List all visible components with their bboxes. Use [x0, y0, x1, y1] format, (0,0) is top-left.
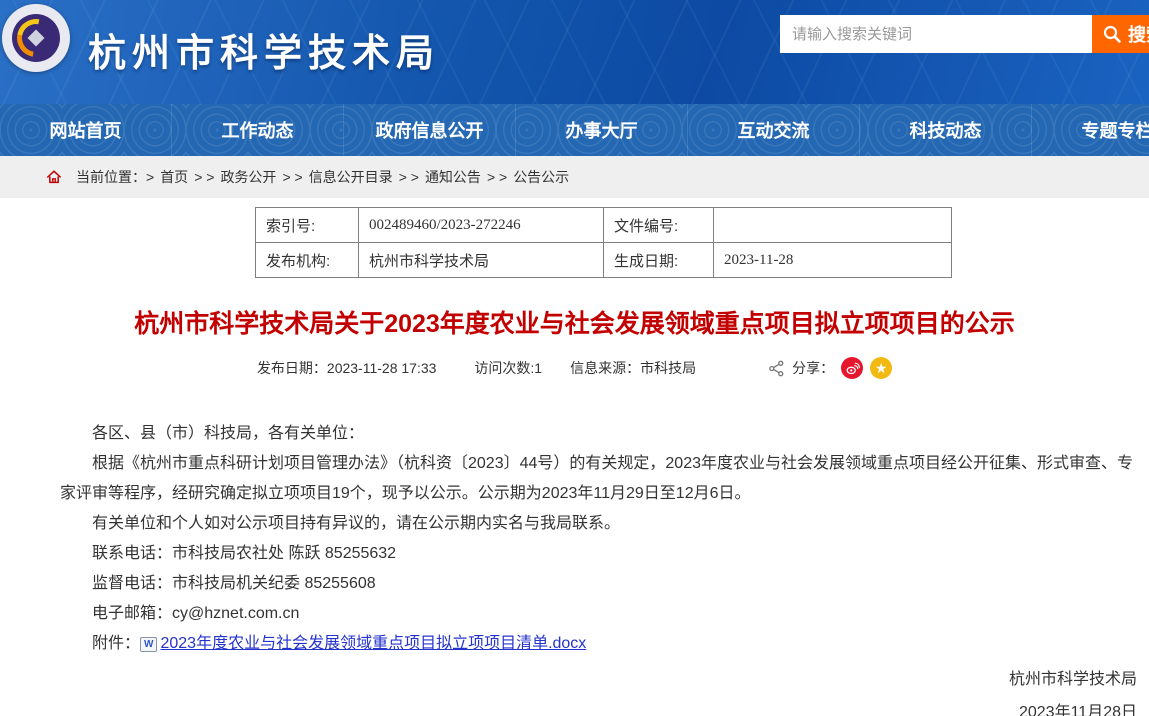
attachment-link[interactable]: 2023年度农业与社会发展领域重点项目拟立项项目清单.docx: [160, 635, 586, 652]
share-label: 分享：: [792, 358, 834, 378]
paragraph-objection: 有关单位和个人如对公示项目持有异议的，请在公示期内实名与我局联系。: [60, 509, 1139, 539]
publish-date-label: 发布日期：: [257, 360, 327, 376]
nav-item-gov-info-disclosure[interactable]: 政府信息公开: [344, 104, 516, 156]
breadcrumb-item-home[interactable]: 首页: [160, 167, 188, 187]
article-body: 各区、县（市）科技局，各有关单位： 根据《杭州市重点科研计划项目管理办法》（杭科…: [60, 419, 1139, 659]
article-main: 索引号: 002489460/2023-272246 文件编号: 发布机构: 杭…: [0, 207, 1149, 716]
signoff: 杭州市科学技术局 2023年11月28日: [0, 663, 1137, 716]
breadcrumb-separator: > >: [194, 169, 214, 185]
qzone-share-icon[interactable]: ★: [870, 357, 892, 379]
paragraph-supervision-phone: 监督电话：市科技局机关纪委 85255608: [60, 569, 1139, 599]
nav-item-service-hall[interactable]: 办事大厅: [516, 104, 688, 156]
signoff-agency: 杭州市科学技术局: [0, 663, 1137, 696]
generate-date-label: 生成日期:: [604, 243, 714, 278]
publish-date-value: 2023-11-28 17:33: [327, 360, 437, 376]
breadcrumb-separator: > >: [487, 169, 507, 185]
paragraph-email: 电子邮箱：cy@hznet.com.cn: [60, 599, 1139, 629]
info-source-label: 信息来源：: [570, 360, 640, 376]
main-nav: 网站首页 工作动态 政府信息公开 办事大厅 互动交流 科技动态 专题专栏: [0, 104, 1149, 156]
info-source: 信息来源：市科技局: [570, 358, 696, 378]
visit-count: 访问次数:1: [474, 358, 542, 378]
attachment-label: 附件：: [92, 635, 140, 652]
weibo-share-icon[interactable]: [841, 357, 863, 379]
search-icon: [1102, 24, 1122, 44]
nav-item-home[interactable]: 网站首页: [0, 104, 172, 156]
breadcrumb-item-gov-affairs[interactable]: 政务公开: [220, 167, 276, 187]
word-doc-icon: W: [140, 637, 157, 652]
attachment-row: 附件：W2023年度农业与社会发展领域重点项目拟立项项目清单.docx: [60, 629, 1139, 659]
nav-item-work-updates[interactable]: 工作动态: [172, 104, 344, 156]
file-number-label: 文件编号:: [604, 208, 714, 243]
nav-item-interaction[interactable]: 互动交流: [688, 104, 860, 156]
search-button-label: 搜索: [1128, 21, 1149, 47]
logo-inner-circle: [12, 14, 60, 62]
search-button[interactable]: 搜索: [1092, 15, 1149, 53]
site-header: 杭州市科学技术局 搜索: [0, 0, 1149, 104]
index-number-label: 索引号:: [256, 208, 359, 243]
table-row: 发布机构: 杭州市科学技术局 生成日期: 2023-11-28: [256, 243, 952, 278]
home-icon: [46, 169, 62, 185]
paragraph-salutation: 各区、县（市）科技局，各有关单位：: [60, 419, 1139, 449]
breadcrumb-separator: > >: [282, 169, 302, 185]
publish-date: 发布日期：2023-11-28 17:33: [257, 358, 437, 378]
index-number-value: 002489460/2023-272246: [359, 208, 604, 243]
doc-info-table: 索引号: 002489460/2023-272246 文件编号: 发布机构: 杭…: [255, 207, 952, 278]
breadcrumb-item-info-directory[interactable]: 信息公开目录: [309, 167, 393, 187]
file-number-value: [714, 208, 952, 243]
paragraph-basis: 根据《杭州市重点科研计划项目管理办法》（杭科资〔2023〕44号）的有关规定，2…: [60, 449, 1139, 509]
article-title: 杭州市科学技术局关于2023年度农业与社会发展领域重点项目拟立项项目的公示: [0, 304, 1149, 340]
breadcrumb-item-notices[interactable]: 通知公告: [425, 167, 481, 187]
nav-item-special-topics[interactable]: 专题专栏: [1032, 104, 1149, 156]
breadcrumb-separator: > >: [399, 169, 419, 185]
article-meta: 发布日期：2023-11-28 17:33 访问次数:1 信息来源：市科技局 分…: [0, 357, 1149, 379]
search-input[interactable]: [780, 15, 1092, 53]
share-nodes-icon: [768, 360, 785, 377]
bureau-emblem-logo: [2, 4, 70, 72]
generate-date-value: 2023-11-28: [714, 243, 952, 278]
info-source-value: 市科技局: [640, 360, 696, 376]
page: 杭州市科学技术局 搜索 网站首页 工作动态 政府信息公开 办事大厅 互动交流 科…: [0, 0, 1149, 716]
breadcrumb: 当前位置：> 首页 > > 政务公开 > > 信息公开目录 > > 通知公告 >…: [0, 156, 1149, 198]
paragraph-contact-phone: 联系电话：市科技局农社处 陈跃 85255632: [60, 539, 1139, 569]
publisher-value: 杭州市科学技术局: [359, 243, 604, 278]
breadcrumb-label: 当前位置：>: [76, 167, 154, 187]
breadcrumb-item-public-announcements[interactable]: 公告公示: [513, 167, 569, 187]
table-row: 索引号: 002489460/2023-272246 文件编号:: [256, 208, 952, 243]
publisher-label: 发布机构:: [256, 243, 359, 278]
site-title: 杭州市科学技术局: [88, 22, 440, 77]
share-group: 分享： ★: [768, 357, 892, 379]
signoff-date: 2023年11月28日: [0, 696, 1137, 716]
nav-item-sci-tech-news[interactable]: 科技动态: [860, 104, 1032, 156]
